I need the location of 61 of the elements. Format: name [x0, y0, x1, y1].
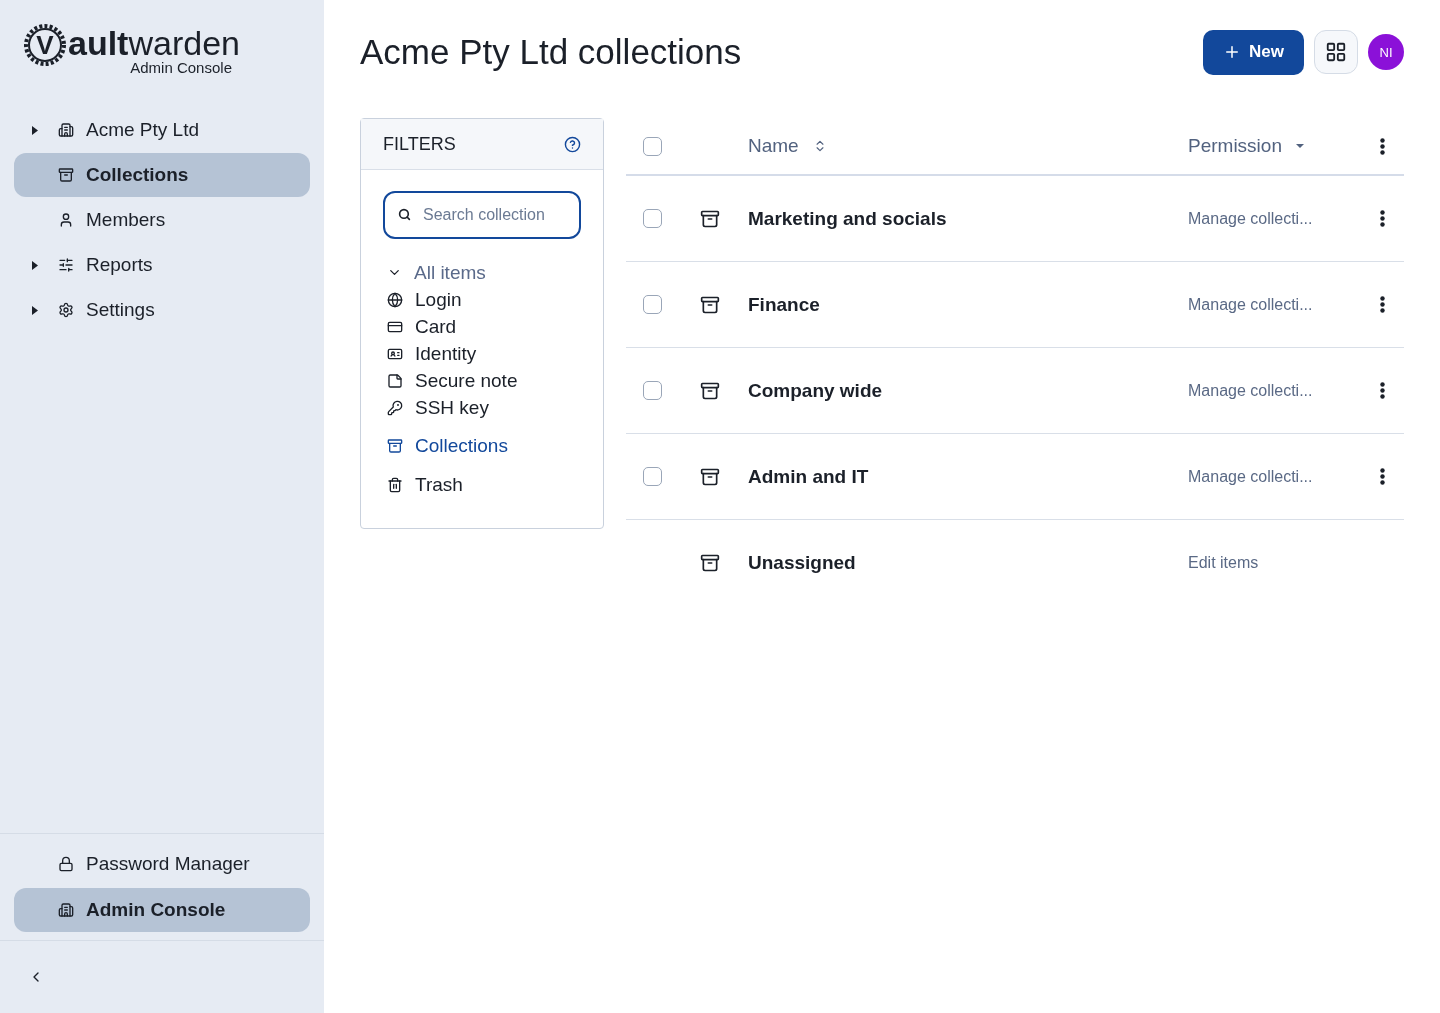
type-filter[interactable]: Secure note — [387, 367, 577, 394]
permission-text: Manage collecti... — [1188, 381, 1314, 400]
group-filter[interactable]: Collections — [387, 432, 577, 459]
product-item[interactable]: Admin Console — [14, 888, 310, 932]
trash-icon — [387, 476, 403, 493]
nav-item[interactable]: Reports — [14, 243, 310, 287]
logo-name: aultwarden — [68, 26, 240, 60]
logo-mark: V — [36, 32, 54, 58]
building-icon — [58, 902, 74, 918]
type-filter[interactable]: Identity — [387, 340, 577, 367]
new-button[interactable]: New — [1203, 29, 1304, 75]
more-icon — [1379, 296, 1385, 313]
more-icon — [1379, 468, 1385, 485]
permission-text: Manage collecti... — [1188, 295, 1314, 314]
dropdown-icon — [1296, 144, 1304, 148]
gear-logo-icon — [22, 22, 68, 68]
nav-item[interactable]: Acme Pty Ltd — [14, 108, 310, 152]
key-icon — [387, 399, 403, 416]
lock-icon — [58, 856, 74, 872]
gear-icon — [58, 302, 74, 318]
type-filter[interactable]: Card — [387, 313, 577, 340]
collection-name[interactable]: Company wide — [748, 379, 1188, 402]
collection-name[interactable]: Admin and IT — [748, 465, 1188, 488]
help-icon — [564, 135, 581, 153]
nav-item[interactable]: Collections — [14, 153, 310, 197]
nav-item[interactable]: Settings — [14, 288, 310, 332]
select-all-checkbox[interactable] — [643, 136, 662, 156]
avatar[interactable]: NI — [1368, 34, 1404, 70]
filters-title: FILTERS — [383, 133, 456, 155]
permission-column-header[interactable]: Permission — [1188, 135, 1304, 157]
type-filter[interactable]: SSH key — [387, 394, 577, 421]
collection-name[interactable]: Unassigned — [748, 552, 1188, 574]
grid-icon — [1325, 41, 1347, 63]
row-checkbox[interactable] — [643, 295, 662, 314]
nav-item[interactable]: Members — [14, 198, 310, 242]
collection-name[interactable]: Marketing and socials — [748, 207, 1188, 230]
permission-text: Manage collecti... — [1188, 209, 1314, 228]
type-filter[interactable]: Login — [387, 286, 577, 313]
building-icon — [58, 122, 74, 138]
apps-button[interactable] — [1314, 30, 1358, 74]
all-items-link[interactable]: All items — [387, 259, 577, 286]
permission-text: Edit items — [1188, 554, 1260, 572]
sliders-icon — [58, 257, 74, 273]
search-icon — [398, 208, 411, 221]
group-filter[interactable]: Trash — [387, 471, 577, 498]
globe-icon — [387, 291, 403, 308]
page-title: Acme Pty Ltd collections — [360, 32, 743, 72]
row-checkbox[interactable] — [643, 381, 662, 400]
permission-text: Manage collecti... — [1188, 467, 1314, 486]
logo-subtitle: Admin Console — [130, 60, 232, 76]
row-checkbox[interactable] — [643, 209, 662, 228]
search-field[interactable]: Search collection — [383, 191, 581, 239]
note-icon — [387, 372, 403, 389]
person-icon — [58, 212, 74, 228]
more-icon — [1379, 137, 1385, 155]
name-column-header[interactable]: Name — [748, 135, 799, 157]
collection-name[interactable]: Finance — [748, 293, 1188, 316]
more-icon — [1379, 382, 1385, 399]
product-item[interactable]: Password Manager — [14, 842, 310, 886]
more-icon — [1379, 210, 1385, 227]
row-checkbox[interactable] — [643, 467, 662, 486]
